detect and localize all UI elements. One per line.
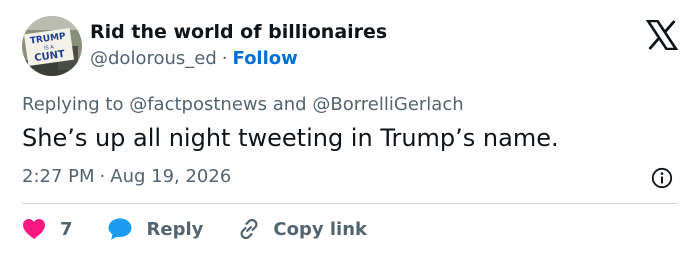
avatar[interactable]: TRUMP IS A CUNT (22, 16, 82, 76)
handle-separator: · (221, 48, 228, 69)
link-icon (240, 218, 258, 240)
tweet-card: TRUMP IS A CUNT Rid the world of billion… (0, 0, 700, 256)
reply-button[interactable]: Reply (107, 217, 204, 241)
author-handle-row: @dolorous_ed · Follow (90, 48, 298, 69)
reply-label: Reply (146, 218, 204, 240)
tweet-date[interactable]: Aug 19, 2026 (110, 166, 231, 187)
copy-link-label: Copy link (273, 218, 367, 240)
x-logo-icon[interactable] (646, 20, 678, 50)
tweet-text: She’s up all night tweeting in Trump’s n… (22, 124, 559, 152)
like-count: 7 (60, 218, 73, 240)
info-icon[interactable] (651, 167, 673, 189)
avatar-image: TRUMP IS A CUNT (22, 16, 82, 76)
reply-context-user[interactable]: @BorrelliGerlach (312, 94, 463, 115)
reply-context-user[interactable]: @factpostnews (129, 94, 267, 115)
reply-context: Replying to @factpostnews and @BorrelliG… (22, 94, 464, 115)
timestamp-separator: · (99, 166, 106, 187)
divider (22, 203, 678, 204)
tweet-timestamp[interactable]: 2:27 PM · Aug 19, 2026 (22, 166, 231, 187)
reply-context-joiner: and (272, 94, 307, 115)
action-bar: 7 Reply Copy link (22, 214, 367, 244)
follow-button[interactable]: Follow (233, 48, 298, 69)
copy-link-button[interactable]: Copy link (237, 217, 367, 241)
author-handle[interactable]: @dolorous_ed (90, 48, 217, 69)
author-display-name[interactable]: Rid the world of billionaires (90, 21, 387, 43)
like-button[interactable]: 7 (22, 218, 73, 240)
tweet-time[interactable]: 2:27 PM (22, 166, 95, 187)
reply-context-prefix: Replying to (22, 94, 124, 115)
heart-icon (23, 219, 45, 239)
speech-bubble-icon (108, 218, 132, 240)
